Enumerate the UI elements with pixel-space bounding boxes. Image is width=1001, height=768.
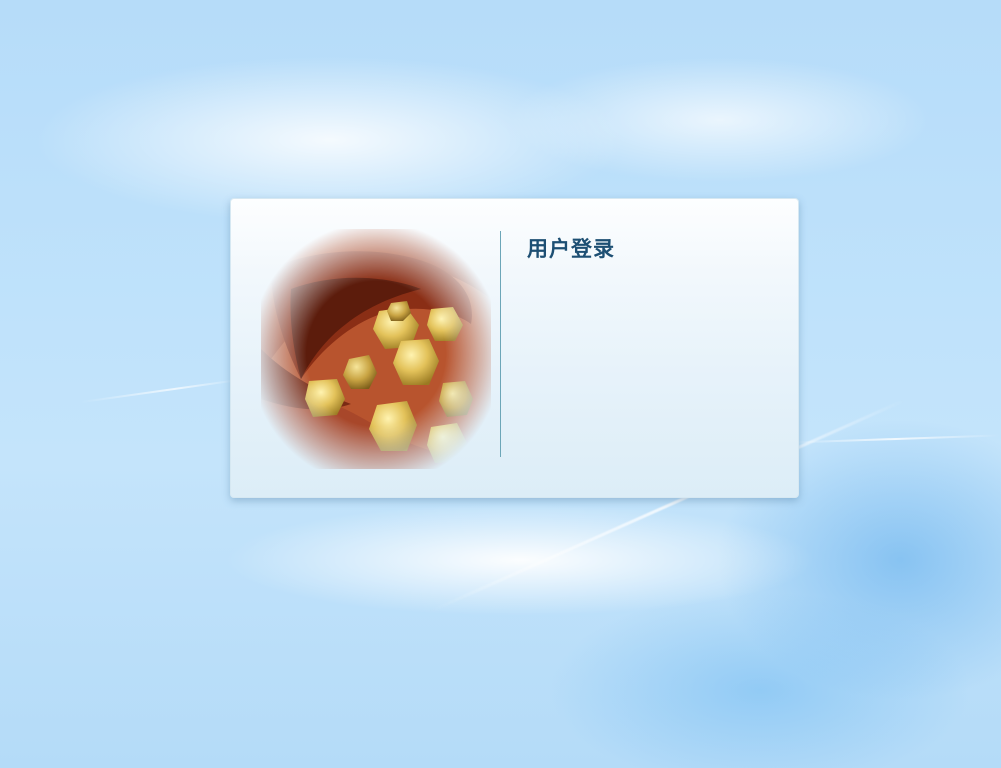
background-light-streak (80, 378, 240, 404)
gold-nuggets-image (261, 229, 491, 469)
login-page: 用户登录 (0, 0, 1001, 768)
panel-divider (500, 231, 501, 457)
login-panel: 用户登录 (230, 198, 799, 498)
page-title: 用户登录 (527, 237, 615, 261)
